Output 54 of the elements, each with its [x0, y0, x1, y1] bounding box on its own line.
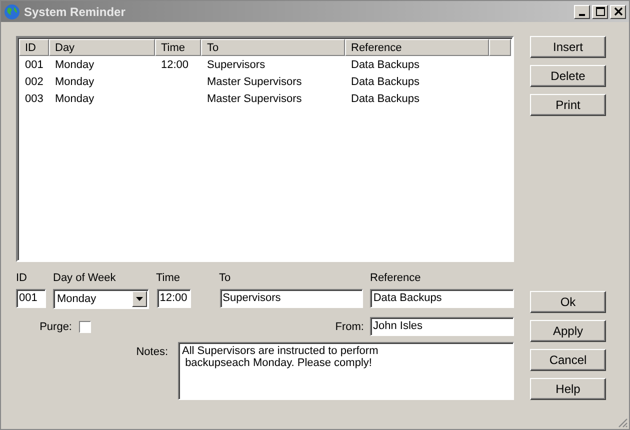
table-cell: Monday: [55, 76, 94, 88]
table-cell: 12:00: [161, 58, 189, 70]
maximize-icon: [596, 7, 604, 16]
from-field[interactable]: John Isles: [370, 317, 514, 336]
column-header[interactable]: To: [201, 39, 345, 56]
notes-label: Notes:: [135, 345, 168, 360]
window-title: System Reminder: [24, 4, 126, 18]
table-cell: Data Backups: [351, 58, 420, 70]
table-cell: 001: [25, 58, 44, 70]
table-cell: Master Supervisors: [207, 76, 302, 88]
field-label: To: [219, 272, 232, 286]
table-cell: Monday: [55, 58, 94, 70]
table-row[interactable]: 003 Monday Master Supervisors Data Backups: [19, 90, 511, 107]
column-header[interactable]: ID: [19, 39, 49, 56]
action-button[interactable]: Print: [530, 94, 606, 116]
table-row[interactable]: 001 Monday 12:00 Supervisors Data Backups: [19, 56, 511, 73]
column-header[interactable]: Reference: [345, 39, 489, 56]
action-button[interactable]: Insert: [530, 36, 606, 58]
field-label: Reference: [370, 272, 421, 286]
field-label: Day of Week: [53, 272, 117, 286]
maximize-button[interactable]: [592, 4, 608, 18]
reference-field[interactable]: Data Backups: [370, 289, 514, 308]
table-cell: Supervisors: [207, 58, 266, 70]
purge-checkbox[interactable]: [79, 320, 91, 332]
table-cell: Master Supervisors: [207, 92, 302, 104]
notes-field[interactable]: All Supervisors are instructed to perform backupseach Monday. Please comply!: [178, 342, 514, 400]
dialog-button[interactable]: Help: [530, 378, 606, 400]
id-field[interactable]: 001: [16, 289, 46, 308]
dialog-button[interactable]: Ok: [530, 291, 606, 313]
table-cell: Data Backups: [351, 92, 420, 104]
header-filler: [489, 39, 511, 56]
minimize-icon: [579, 14, 585, 16]
close-icon: [614, 7, 622, 16]
table-cell: 003: [25, 92, 44, 104]
column-header[interactable]: Time: [155, 39, 201, 56]
globe-icon: [4, 4, 20, 20]
dropdown-arrow-icon: [136, 297, 143, 301]
dialog-button[interactable]: Apply: [530, 320, 606, 342]
day-dropdown[interactable]: Monday: [52, 289, 149, 309]
field-label: ID: [16, 272, 28, 286]
close-button[interactable]: [610, 4, 626, 18]
field-label: Time: [156, 272, 182, 286]
table-cell: Data Backups: [351, 76, 420, 88]
from-label: From:: [334, 320, 364, 332]
time-field[interactable]: 12:00: [156, 289, 191, 308]
minimize-button[interactable]: [574, 4, 590, 18]
dialog-button[interactable]: Cancel: [530, 349, 606, 371]
purge-label: Purge:: [38, 320, 72, 332]
table-cell: Monday: [55, 92, 94, 104]
table-row[interactable]: 002 Monday Master Supervisors Data Backups: [19, 73, 511, 90]
column-header[interactable]: Day: [49, 39, 155, 56]
action-button[interactable]: Delete: [530, 65, 606, 87]
to-field[interactable]: Supervisors: [220, 289, 364, 308]
table-cell: 002: [25, 76, 44, 88]
